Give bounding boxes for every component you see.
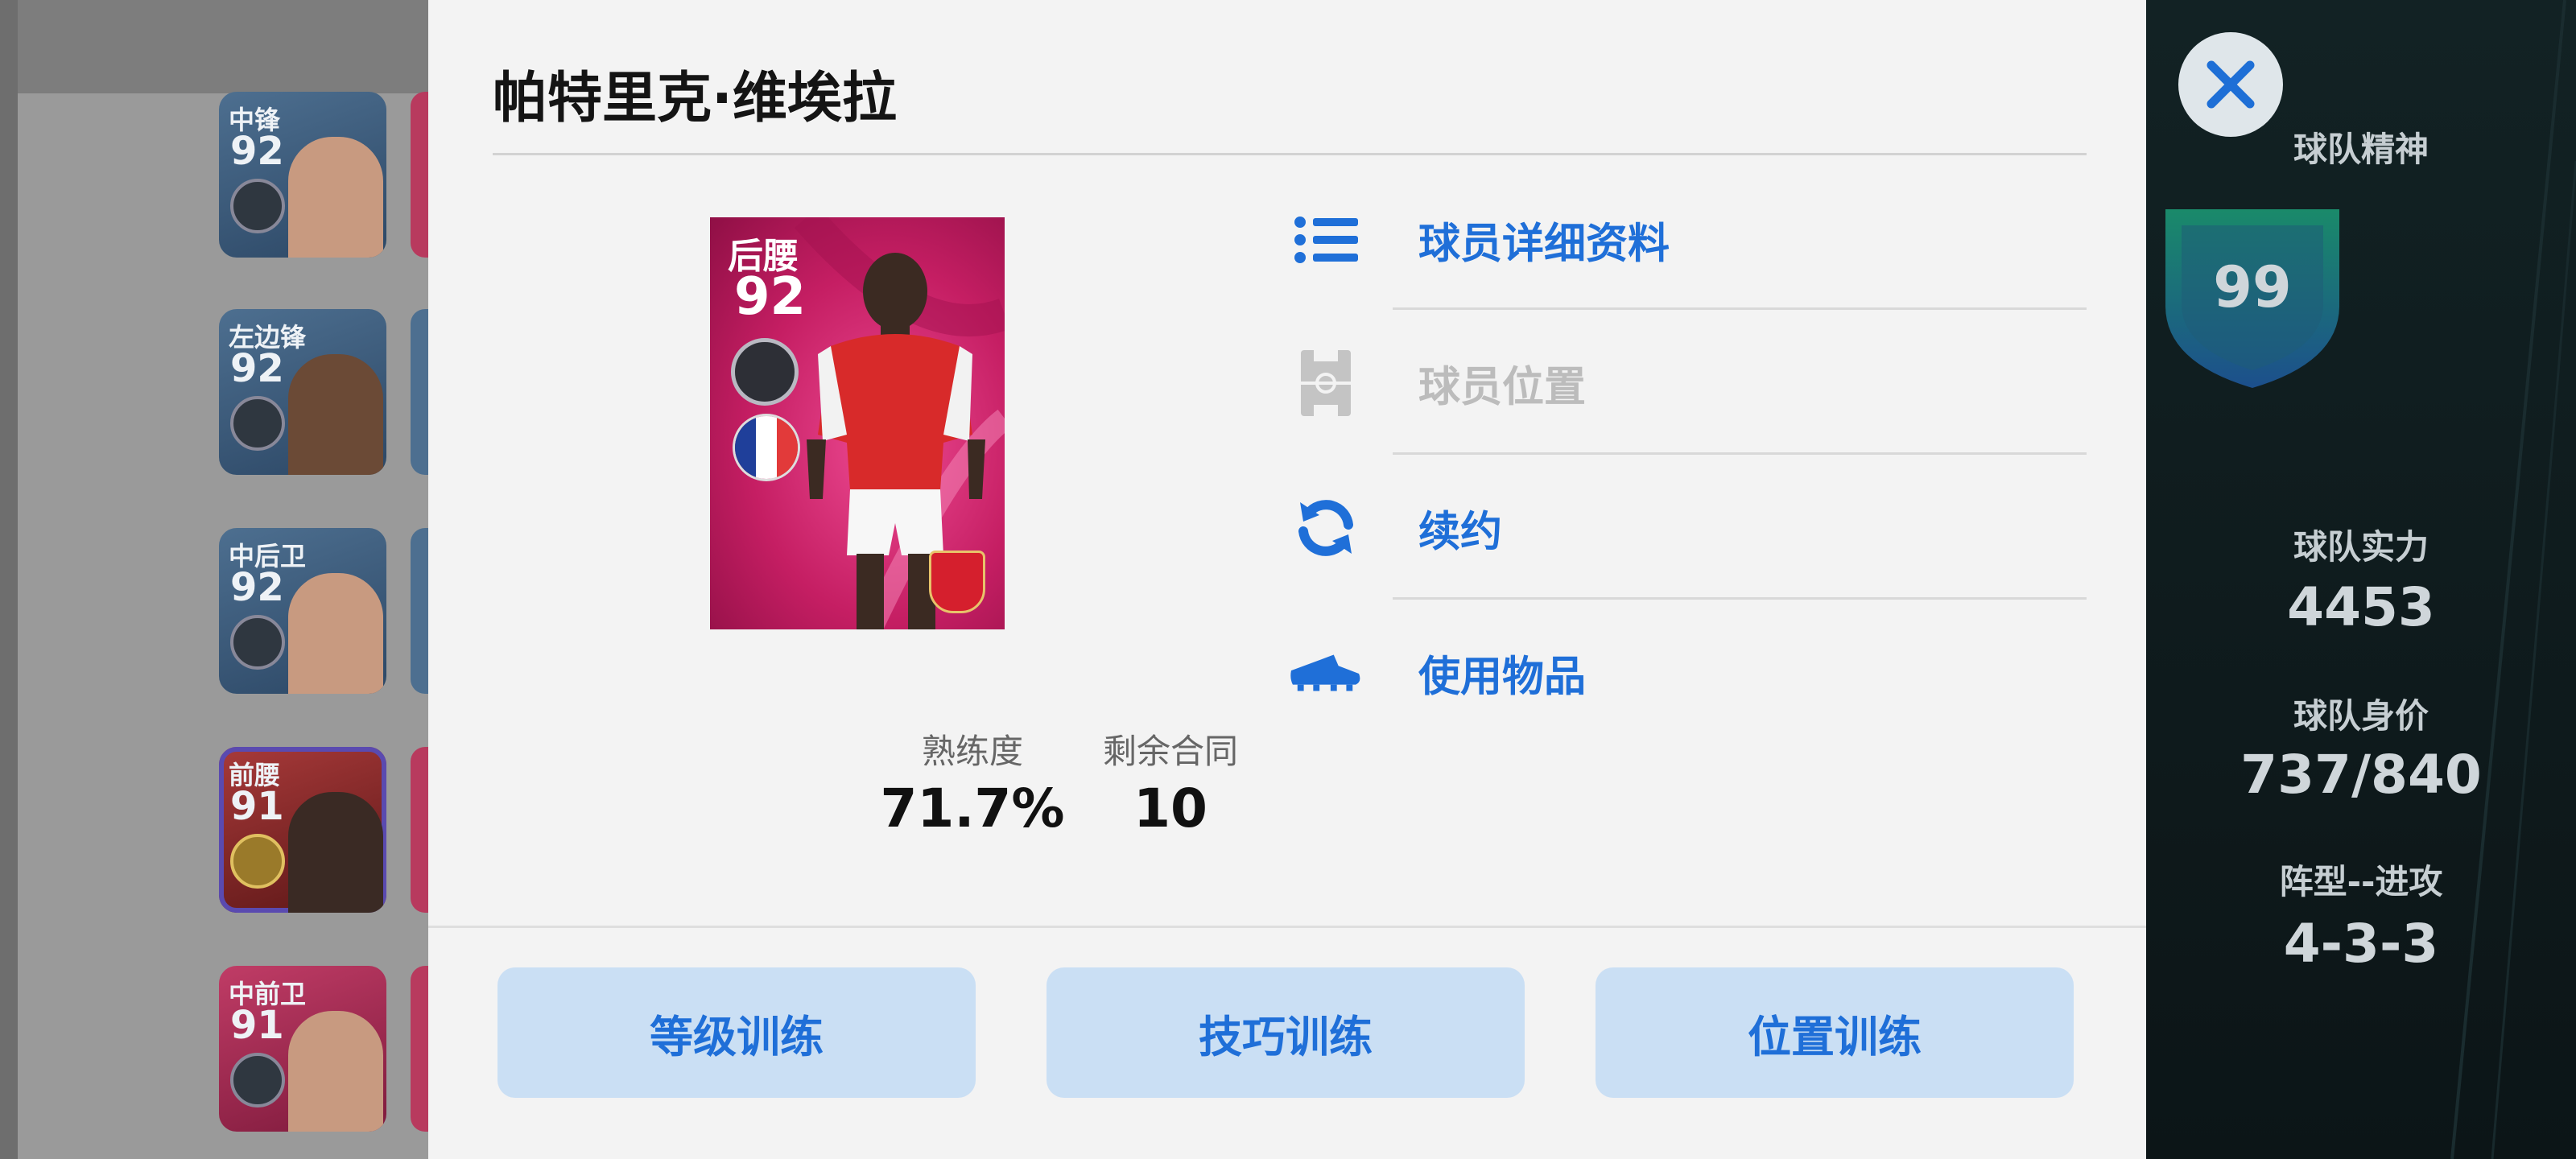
squad-topbar: [0, 0, 428, 93]
close-button[interactable]: [2178, 32, 2283, 137]
close-icon: [2207, 60, 2255, 109]
squad-list-background: 中锋 92 左边锋 92 中后卫 92 前腰 91 中前卫 91: [0, 0, 428, 1159]
team-value-value: 737/840: [2240, 744, 2482, 806]
menu-use-item[interactable]: 使用物品: [1290, 600, 2095, 745]
pitch-icon: [1290, 347, 1362, 419]
player-photo: [288, 573, 383, 694]
contract-remaining-value: 10: [1133, 777, 1208, 839]
team-spirit-value: 99: [2213, 254, 2292, 320]
team-value-label: 球队身价: [2293, 696, 2429, 736]
squad-card-rating: 91: [230, 1003, 284, 1048]
menu-divider: [1393, 307, 2087, 310]
title-divider: [493, 153, 2087, 155]
position-training-button[interactable]: 位置训练: [1596, 967, 2074, 1098]
squad-card-rating: 91: [230, 784, 284, 829]
player-photo: [288, 354, 383, 475]
card-badge-icon: [230, 1053, 285, 1107]
player-photo: [288, 1011, 383, 1132]
squad-card-rating: 92: [230, 565, 284, 610]
formation-value: 4-3-3: [2283, 913, 2439, 975]
formation-label: 阵型--进攻: [2279, 862, 2443, 901]
card-badge-icon: [230, 396, 285, 451]
menu-renew-contract[interactable]: 续约: [1290, 456, 2095, 600]
skill-training-button[interactable]: 技巧训练: [1046, 967, 1525, 1098]
player-options-dialog: 帕特里克·维埃拉 后腰 92 熟练度 71.7% 剩余合同 10 球员详细资料 …: [428, 0, 2146, 1159]
squad-card-peek[interactable]: [411, 747, 428, 913]
team-strength-value: 4453: [2287, 576, 2435, 638]
squad-card[interactable]: 中后卫 92: [219, 528, 386, 694]
menu-use-item-label: 使用物品: [1418, 653, 1587, 702]
squad-card-peek[interactable]: [411, 92, 428, 258]
card-badge-icon: [230, 834, 285, 889]
card-badge-icon: [230, 179, 285, 233]
player-photo: [288, 792, 383, 913]
squad-card[interactable]: 左边锋 92: [219, 309, 386, 475]
team-strength-label: 球队实力: [2293, 527, 2429, 567]
contract-remaining-label: 剩余合同: [1102, 732, 1238, 771]
menu-divider: [1393, 452, 2087, 455]
squad-card-peek[interactable]: [411, 966, 428, 1132]
refresh-icon: [1290, 492, 1362, 564]
squad-card[interactable]: 中前卫 91: [219, 966, 386, 1132]
squad-card[interactable]: 前腰 91: [219, 747, 386, 913]
squad-card-peek[interactable]: [411, 528, 428, 694]
menu-renew-contract-label: 续约: [1418, 508, 1503, 557]
list-icon: [1290, 204, 1362, 276]
squad-card-peek[interactable]: [411, 309, 428, 475]
bottom-divider: [428, 926, 2146, 928]
menu-player-position: 球员位置: [1290, 311, 2095, 456]
menu-player-position-label: 球员位置: [1418, 363, 1587, 412]
menu-player-details-label: 球员详细资料: [1418, 220, 1670, 269]
player-card[interactable]: 后腰 92: [710, 217, 1005, 629]
level-training-button[interactable]: 等级训练: [497, 967, 976, 1098]
card-badge-icon: [230, 615, 285, 670]
screen-edge: [0, 0, 18, 1159]
boot-icon: [1290, 637, 1362, 709]
player-photo: [288, 137, 383, 258]
menu-player-details[interactable]: 球员详细资料: [1290, 167, 2095, 312]
squad-card[interactable]: 中锋 92: [219, 92, 386, 258]
player-name-title: 帕特里克·维埃拉: [493, 67, 897, 130]
menu-divider: [1393, 597, 2087, 600]
squad-card-rating: 92: [230, 129, 284, 174]
squad-card-rating: 92: [230, 346, 284, 391]
arsenal-badge-icon: [929, 551, 985, 613]
